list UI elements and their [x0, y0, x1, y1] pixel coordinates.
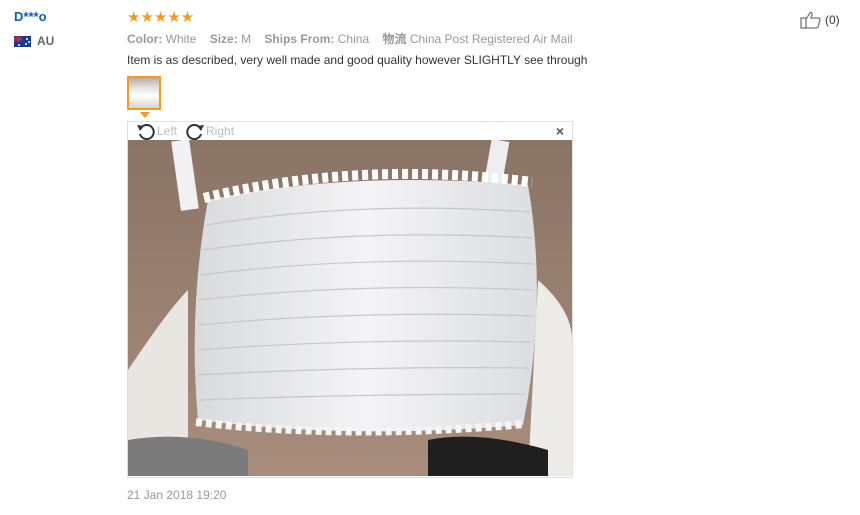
flag-au-icon — [14, 35, 31, 47]
rotate-right-button[interactable]: Right — [185, 122, 234, 140]
rotate-left-button[interactable]: Left — [136, 122, 177, 140]
attr-color-value: White — [165, 32, 197, 46]
attr-ships-value: China — [337, 32, 370, 46]
helpful-button[interactable]: (0) — [800, 11, 840, 29]
review-date: 21 Jan 2018 19:20 — [127, 488, 227, 502]
attr-logistics-label: 物流 — [382, 32, 407, 46]
rotate-left-label: Left — [157, 124, 178, 138]
review-text: Item is as described, very well made and… — [127, 53, 588, 67]
viewer-toolbar: Left Right × — [128, 122, 572, 140]
country-code: AU — [37, 34, 55, 48]
photo-viewer: Left Right × — [127, 121, 573, 478]
rotate-left-icon — [137, 124, 155, 140]
reviewer-country: AU — [14, 34, 54, 48]
attr-size-value: M — [241, 32, 252, 46]
close-icon[interactable]: × — [556, 124, 564, 138]
attr-ships-label: Ships From: — [264, 32, 335, 46]
helpful-count: (0) — [825, 13, 840, 27]
thumbs-up-icon — [800, 11, 821, 29]
reviewer-name[interactable]: D***o — [14, 9, 47, 24]
review-photo — [128, 140, 572, 476]
star-rating: ★★★★★ — [127, 9, 195, 26]
thumbnail-pointer — [140, 112, 150, 118]
attr-logistics-value: China Post Registered Air Mail — [409, 32, 573, 46]
rotate-right-label: Right — [206, 124, 235, 138]
review-attributes: Color: White Size: M Ships From: China 物… — [127, 30, 583, 47]
attr-color-label: Color: — [127, 32, 163, 46]
review-photo-thumbnail[interactable] — [127, 76, 161, 110]
rotate-right-icon — [186, 124, 205, 140]
attr-size-label: Size: — [209, 32, 238, 46]
